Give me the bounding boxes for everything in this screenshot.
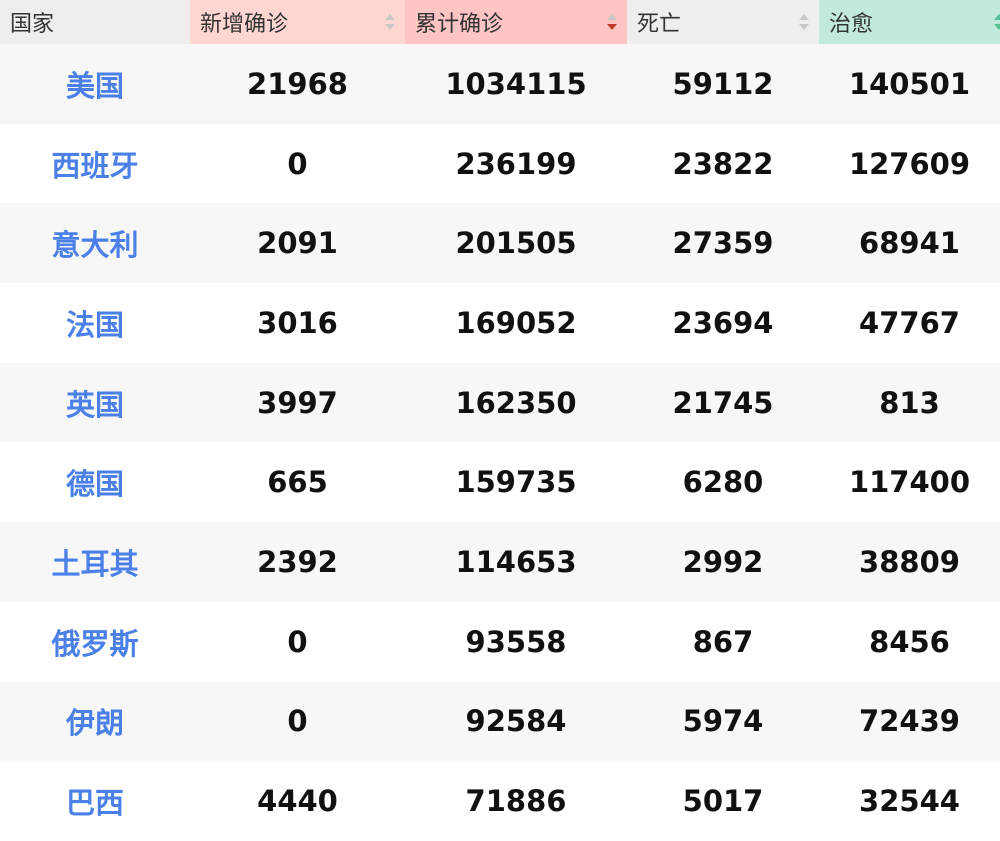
- new-confirmed-cell: 21968: [247, 66, 348, 101]
- cured-cell: 38809: [859, 544, 960, 579]
- new-confirmed-cell: 2091: [257, 226, 338, 261]
- country-cell[interactable]: 俄罗斯: [0, 602, 190, 682]
- table-row: 法国 3016 169052 23694 47767: [0, 283, 1000, 363]
- total-confirmed-cell: 71886: [465, 784, 567, 819]
- sort-icon[interactable]: [994, 14, 1000, 30]
- country-cell[interactable]: 英国: [0, 363, 190, 443]
- deaths-cell: 5974: [682, 704, 764, 739]
- total-confirmed-cell: 201505: [455, 226, 577, 261]
- cured-cell: 32544: [859, 784, 960, 819]
- table-row: 德国 665 159735 6280 117400: [0, 442, 1000, 523]
- new-confirmed-cell: 0: [287, 624, 308, 659]
- new-confirmed-cell: 0: [287, 146, 308, 181]
- new-confirmed-cell: 3016: [257, 305, 338, 340]
- new-confirmed-cell: 0: [287, 704, 308, 739]
- cured-cell: 140501: [848, 66, 971, 101]
- column-header-cured-label: 治愈: [829, 12, 874, 37]
- column-header-new-confirmed-label: 新增确诊: [200, 12, 289, 37]
- cured-cell: 8456: [869, 624, 950, 659]
- column-header-country-label: 国家: [10, 12, 55, 37]
- deaths-cell: 21745: [672, 385, 774, 420]
- total-confirmed-cell: 236199: [455, 146, 577, 181]
- cured-cell: 47767: [859, 305, 960, 340]
- cured-cell: 813: [879, 385, 940, 420]
- column-header-deaths-label: 死亡: [637, 12, 682, 37]
- deaths-cell: 5017: [682, 784, 764, 819]
- total-confirmed-cell: 159735: [455, 465, 577, 500]
- total-confirmed-cell: 169052: [455, 305, 577, 340]
- table-row: 意大利 2091 201505 27359 68941: [0, 203, 1000, 284]
- country-cell[interactable]: 美国: [0, 44, 190, 124]
- table-row: 美国 21968 1034115 59112 140501: [0, 44, 1000, 124]
- deaths-cell: 23822: [672, 146, 774, 181]
- column-header-total-confirmed-label: 累计确诊: [415, 12, 504, 37]
- new-confirmed-cell: 2392: [257, 544, 338, 579]
- column-header-cured[interactable]: 治愈: [819, 0, 1000, 44]
- sort-descending-icon[interactable]: [607, 14, 617, 30]
- table-row: 英国 3997 162350 21745 813: [0, 362, 1000, 443]
- table-row: 伊朗 0 92584 5974 72439: [0, 681, 1000, 762]
- table-row: 土耳其 2392 114653 2992 38809: [0, 522, 1000, 602]
- country-cell[interactable]: 土耳其: [0, 522, 190, 602]
- cured-cell: 117400: [848, 465, 971, 500]
- cured-cell: 72439: [859, 704, 960, 739]
- country-cell[interactable]: 巴西: [0, 761, 190, 841]
- sort-icon[interactable]: [385, 14, 395, 30]
- total-confirmed-cell: 92584: [465, 704, 567, 739]
- column-header-deaths[interactable]: 死亡: [627, 0, 819, 44]
- country-cell[interactable]: 伊朗: [0, 682, 190, 762]
- column-header-new-confirmed[interactable]: 新增确诊: [190, 0, 405, 44]
- total-confirmed-cell: 93558: [465, 624, 567, 659]
- deaths-cell: 2992: [682, 544, 764, 579]
- table-row: 俄罗斯 0 93558 867 8456: [0, 601, 1000, 682]
- new-confirmed-cell: 3997: [257, 385, 338, 420]
- deaths-cell: 867: [692, 624, 754, 659]
- country-cell[interactable]: 西班牙: [0, 124, 190, 204]
- new-confirmed-cell: 4440: [257, 784, 338, 819]
- cured-cell: 127609: [848, 146, 971, 181]
- column-header-total-confirmed[interactable]: 累计确诊: [405, 0, 627, 44]
- table-row: 巴西 4440 71886 5017 32544: [0, 761, 1000, 841]
- total-confirmed-cell: 1034115: [445, 66, 587, 101]
- new-confirmed-cell: 665: [267, 465, 328, 500]
- total-confirmed-cell: 162350: [455, 385, 577, 420]
- deaths-cell: 59112: [672, 66, 774, 101]
- table-header: 国家 新增确诊 累计确诊 死亡 治愈: [0, 0, 1000, 44]
- country-cell[interactable]: 法国: [0, 283, 190, 363]
- total-confirmed-cell: 114653: [455, 544, 577, 579]
- sort-icon[interactable]: [799, 14, 809, 30]
- covid-stats-table: 国家 新增确诊 累计确诊 死亡 治愈 美国 21968 1034115 5911…: [0, 0, 1000, 841]
- country-cell[interactable]: 德国: [0, 442, 190, 522]
- deaths-cell: 23694: [672, 305, 774, 340]
- country-cell[interactable]: 意大利: [0, 203, 190, 283]
- deaths-cell: 27359: [672, 226, 774, 261]
- cured-cell: 68941: [859, 226, 960, 261]
- deaths-cell: 6280: [682, 465, 764, 500]
- column-header-country[interactable]: 国家: [0, 0, 190, 44]
- table-row: 西班牙 0 236199 23822 127609: [0, 123, 1000, 204]
